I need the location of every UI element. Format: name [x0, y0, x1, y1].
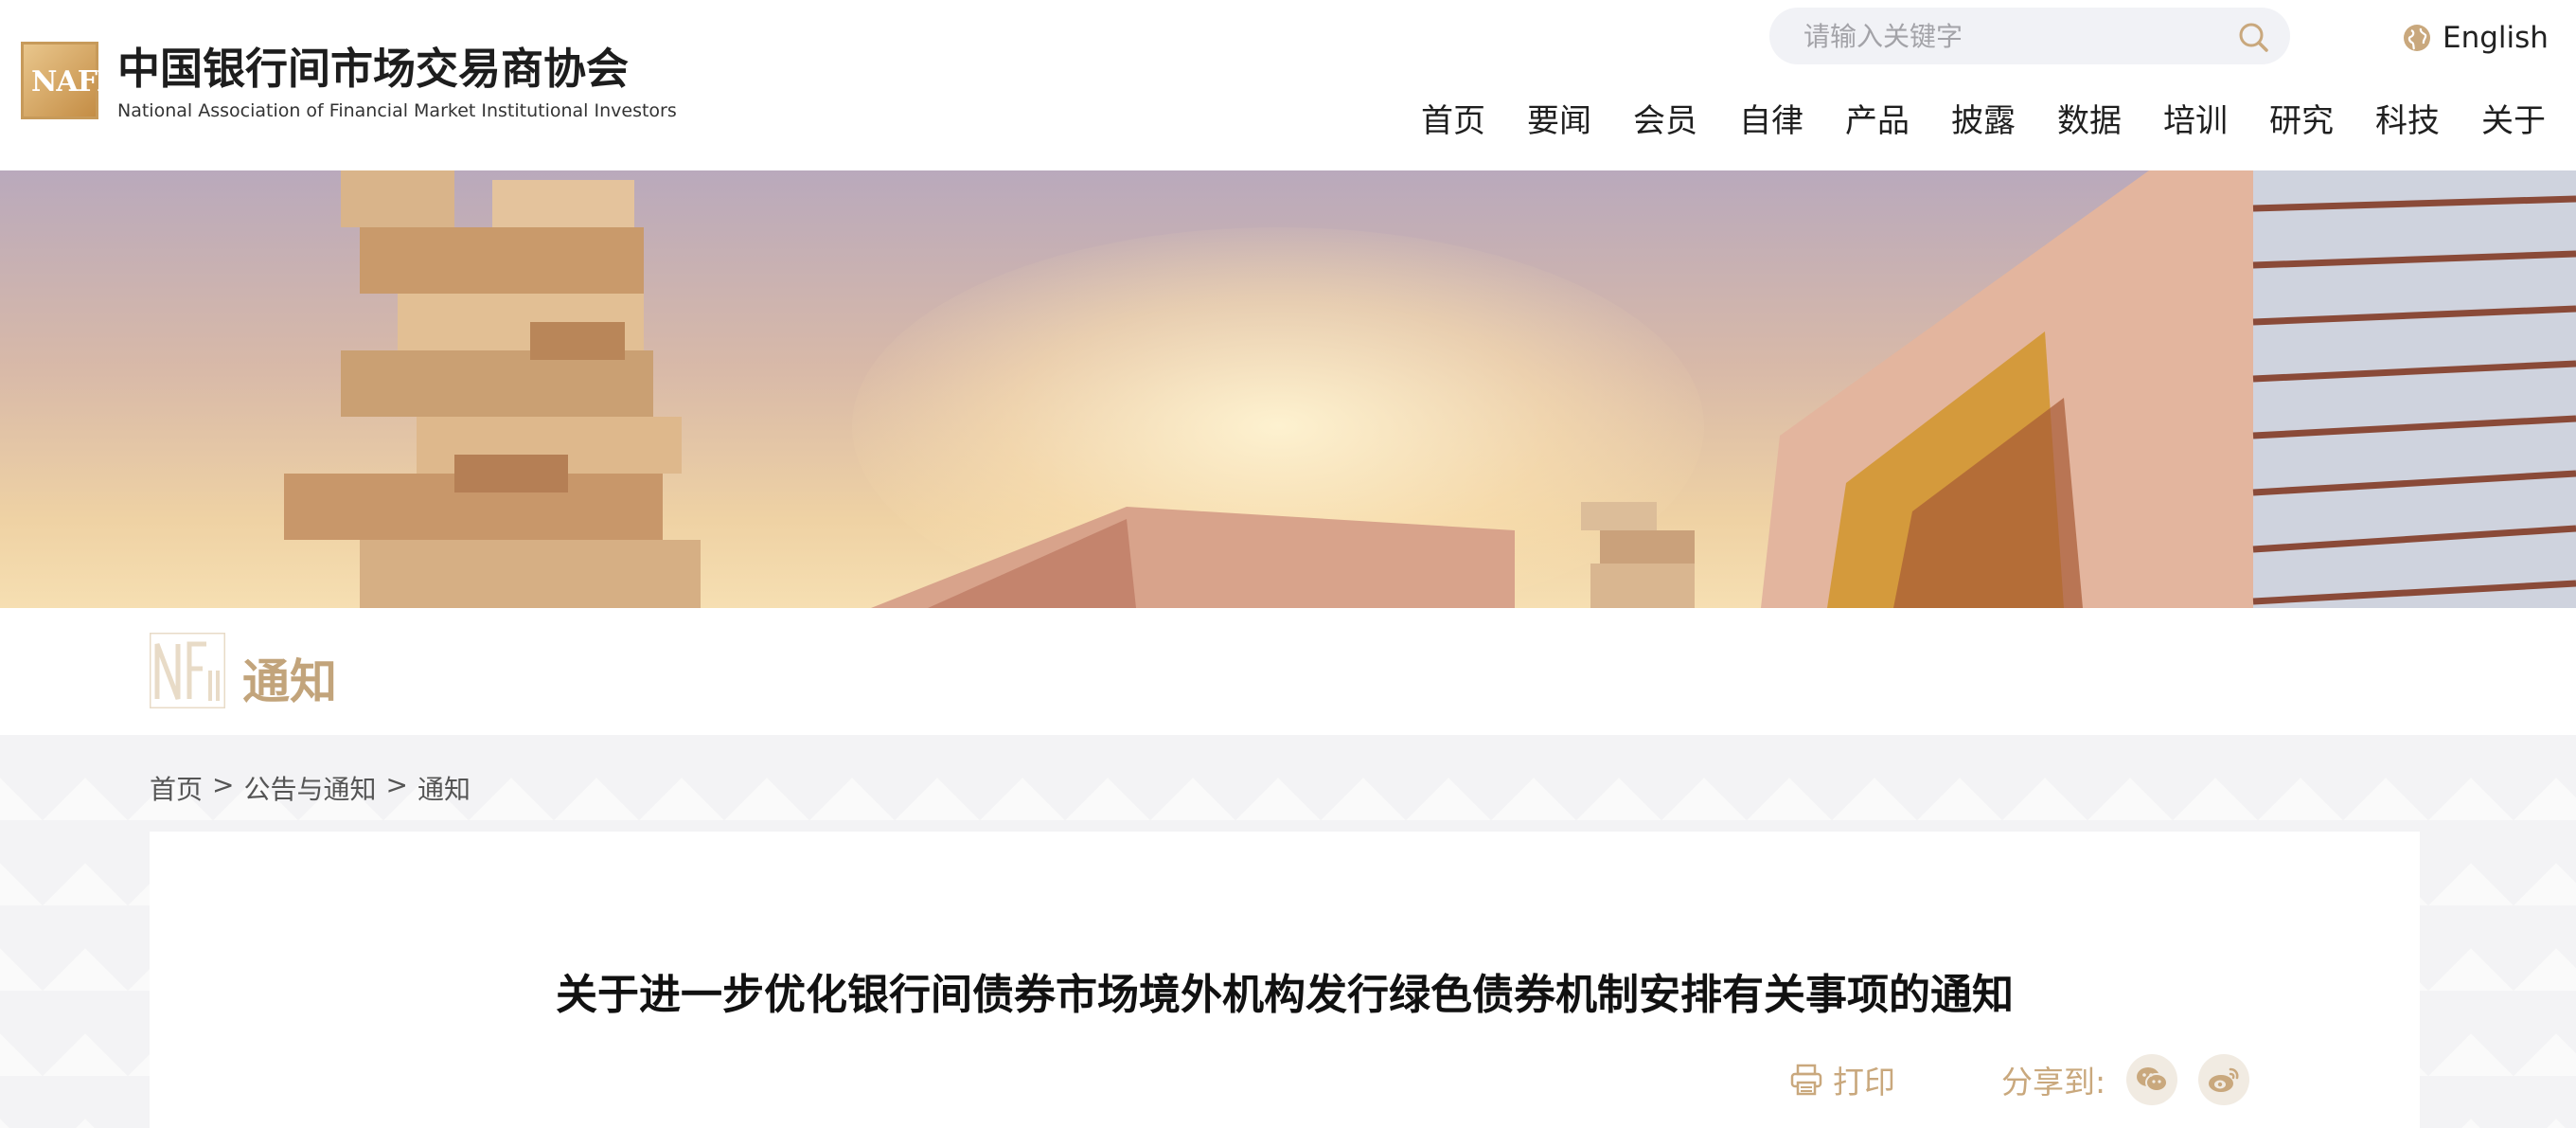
nafmii-watermark-logo — [150, 633, 225, 708]
print-label: 打印 — [1833, 1064, 1895, 1101]
weibo-icon — [2209, 1067, 2239, 1092]
globe-icon — [2404, 25, 2430, 51]
nav-news[interactable]: 要闻 — [1506, 95, 1612, 141]
printer-icon — [1790, 1064, 1822, 1096]
breadcrumb-home[interactable]: 首页 — [150, 769, 203, 807]
wechat-icon — [2137, 1067, 2169, 1092]
block-tower-illustration — [284, 170, 701, 608]
main-nav: 首页 要闻 会员 自律 产品 披露 数据 培训 研究 科技 关于 — [1400, 95, 2546, 141]
search-input[interactable] — [1803, 20, 2201, 52]
nav-technology[interactable]: 科技 — [2354, 95, 2461, 141]
hero-banner — [0, 170, 2576, 608]
breadcrumb-separator: > — [385, 769, 408, 800]
lattice-building-illustration — [871, 507, 1515, 608]
breadcrumb-separator: > — [212, 769, 235, 800]
site-header: NAFMII 中国银行间市场交易商协会 National Association… — [0, 0, 2576, 170]
share-label: 分享到: — [2001, 1064, 2106, 1101]
modern-building-illustration — [1761, 170, 2576, 608]
print-button[interactable]: 打印 — [1789, 1051, 1895, 1108]
org-name-en: National Association of Financial Market… — [117, 100, 677, 121]
article-title: 关于进一步优化银行间债券市场境外机构发行绿色债券机制安排有关事项的通知 — [556, 971, 2014, 1019]
nav-products[interactable]: 产品 — [1824, 95, 1930, 141]
banner-illustration — [284, 170, 2576, 608]
share-group: 分享到: — [2001, 1051, 2250, 1108]
share-wechat-button[interactable] — [2126, 1054, 2178, 1105]
nav-self-regulation[interactable]: 自律 — [1718, 95, 1824, 141]
language-switch[interactable]: English — [2403, 19, 2549, 57]
section-title: 通知 — [242, 654, 337, 709]
share-weibo-button[interactable] — [2198, 1054, 2250, 1105]
nav-data[interactable]: 数据 — [2036, 95, 2142, 141]
small-block-illustration — [1581, 502, 1695, 608]
org-name-cn[interactable]: 中国银行间市场交易商协会 — [117, 34, 629, 96]
nav-research[interactable]: 研究 — [2248, 95, 2354, 141]
nav-about[interactable]: 关于 — [2461, 95, 2546, 141]
search-icon[interactable] — [2237, 21, 2269, 53]
nav-home[interactable]: 首页 — [1400, 95, 1506, 141]
breadcrumb: 首页 > 公告与通知 > 通知 — [150, 769, 471, 807]
nav-disclosure[interactable]: 披露 — [1930, 95, 2036, 141]
search-box — [1769, 8, 2290, 64]
section-header: 通知 — [0, 608, 2576, 735]
breadcrumb-notices[interactable]: 通知 — [417, 769, 471, 807]
article-card: 关于进一步优化银行间债券市场境外机构发行绿色债券机制安排有关事项的通知 打印 分… — [150, 832, 2420, 1128]
nav-members[interactable]: 会员 — [1612, 95, 1718, 141]
nav-training[interactable]: 培训 — [2142, 95, 2248, 141]
breadcrumb-announcements[interactable]: 公告与通知 — [243, 769, 376, 807]
nafmii-logo[interactable]: NAFMII — [21, 42, 152, 119]
language-label: English — [2443, 21, 2549, 55]
